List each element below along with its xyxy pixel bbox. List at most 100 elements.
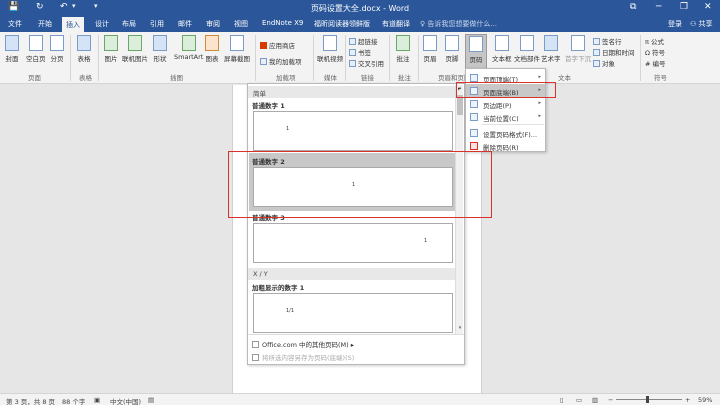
textbox-button[interactable]: 文本框 — [492, 35, 512, 63]
header-button[interactable]: 页眉 — [423, 35, 437, 63]
more-from-office-button[interactable]: Office.com 中的其他页码(M) ▸ — [252, 339, 354, 349]
scroll-thumb[interactable] — [457, 95, 463, 115]
tab-foxit[interactable]: 福昕阅读器领鲜版 — [314, 19, 370, 29]
ribbon-display-options-icon[interactable]: ⧉ — [630, 2, 636, 12]
menu-item-format-page-numbers[interactable]: 设置页码格式(F)... — [466, 126, 545, 139]
page-number-label: 页码 — [469, 56, 483, 64]
picture-icon — [104, 35, 118, 51]
restore-button[interactable]: ❐ — [680, 2, 688, 12]
zoom-slider-thumb[interactable] — [646, 396, 649, 403]
zoom-out-button[interactable]: − — [608, 396, 613, 404]
zoom-slider[interactable] — [616, 399, 682, 400]
my-addins-button[interactable]: 我的加载项 — [260, 56, 302, 66]
menu-item-top-of-page[interactable]: 页面顶端(T) ▸ — [466, 71, 545, 84]
footer-button[interactable]: 页脚 — [445, 35, 459, 63]
chevron-right-icon: ▸ — [350, 341, 355, 349]
zoom-level[interactable]: 59% — [698, 396, 712, 404]
bottom-of-page-icon — [470, 87, 478, 95]
online-video-label: 联机视频 — [317, 55, 343, 63]
comment-button[interactable]: 批注 — [396, 35, 410, 63]
header-label: 页眉 — [423, 55, 437, 63]
dropcap-button[interactable]: 首字下沉 — [565, 35, 591, 63]
language-status[interactable]: 中文(中国) — [110, 396, 141, 405]
gallery-item-plain-number-3[interactable]: 1 — [253, 223, 453, 263]
menu-item-current-position[interactable]: 当前位置(C) ▸ — [466, 110, 545, 123]
tell-me-search[interactable]: ♀ 告诉我您想要做什么... — [420, 19, 497, 29]
minimize-button[interactable]: ─ — [656, 2, 661, 12]
format-page-numbers-icon — [470, 129, 478, 137]
menu-item-remove-page-numbers[interactable]: 删除页码(R) — [466, 139, 545, 152]
datetime-button[interactable]: 日期和时间 — [593, 47, 635, 57]
cover-button[interactable]: 封面 — [5, 35, 19, 63]
web-layout-icon[interactable]: ▥ — [592, 396, 598, 404]
comment-icon — [396, 35, 410, 51]
picture-button[interactable]: 图片 — [104, 35, 118, 63]
word-count[interactable]: 88 个字 — [62, 396, 85, 405]
docparts-button[interactable]: 文档部件 — [514, 35, 540, 63]
page-number-button[interactable]: 页码 — [465, 34, 487, 70]
shapes-label: 形状 — [153, 55, 167, 63]
object-button[interactable]: 对象 — [593, 58, 615, 68]
blank-page-button[interactable]: 空白页 — [26, 35, 46, 63]
tab-review[interactable]: 审阅 — [206, 19, 220, 29]
online-video-button[interactable]: 联机视频 — [317, 35, 343, 63]
share-button[interactable]: ⚇ 共享 — [690, 19, 713, 29]
print-layout-icon[interactable]: ▭ — [576, 396, 582, 404]
tab-layout[interactable]: 布局 — [122, 19, 136, 29]
screenshot-button[interactable]: 屏幕截图 — [224, 35, 250, 63]
online-picture-button[interactable]: 联机图片 — [122, 35, 148, 63]
close-button[interactable]: ✕ — [704, 2, 712, 12]
tab-youdao[interactable]: 有道翻译 — [382, 19, 410, 29]
zoom-in-button[interactable]: + — [685, 396, 690, 404]
table-button[interactable]: 表格 — [77, 35, 91, 63]
page-number-preview: 1/1 — [286, 308, 295, 314]
store-button[interactable]: 应用商店 — [260, 40, 295, 50]
hyperlink-button[interactable]: 超链接 — [349, 36, 378, 46]
menu-item-label: 页面底端(B) — [483, 89, 519, 97]
tab-insert[interactable]: 插入 — [62, 17, 84, 32]
number-button[interactable]: # 编号 — [645, 58, 666, 68]
textbox-icon — [494, 35, 509, 51]
tab-design[interactable]: 设计 — [95, 19, 109, 29]
save-selection-button[interactable]: 将所选内容另存为页码(底端)(S) — [252, 352, 354, 362]
menu-item-bottom-of-page[interactable]: 页面底端(B) ▸ — [466, 84, 545, 97]
bookmark-button[interactable]: 书签 — [349, 47, 371, 57]
my-addins-label: 我的加载项 — [269, 58, 302, 66]
scroll-down-icon[interactable]: ▾ — [456, 325, 464, 333]
shapes-button[interactable]: 形状 — [153, 35, 167, 63]
equation-button[interactable]: π 公式 — [645, 36, 664, 46]
page-count[interactable]: 第 3 页，共 8 页 — [6, 396, 55, 405]
section-header-simple: 简单 — [248, 86, 455, 98]
page-break-button[interactable]: 分页 — [50, 35, 64, 63]
wordart-button[interactable]: 艺术字 — [541, 35, 561, 63]
menu-item-page-margins[interactable]: 页边距(P) ▸ — [466, 97, 545, 110]
chart-button[interactable]: 图表 — [205, 35, 219, 63]
group-label-symbols: 符号 — [654, 74, 667, 82]
chevron-right-icon: ▸ — [538, 87, 541, 93]
tab-home[interactable]: 开始 — [38, 19, 52, 29]
tab-file[interactable]: 文件 — [8, 19, 22, 29]
login-link[interactable]: 登录 — [668, 19, 682, 29]
gallery-item-title: 加粗显示的数字 1 — [252, 284, 305, 292]
gallery-item-plain-number-2[interactable]: 1 — [253, 167, 453, 207]
signature-line-button[interactable]: 签名行 — [593, 36, 622, 46]
comment-label: 批注 — [396, 55, 410, 63]
group-separator — [640, 35, 641, 81]
gallery-scrollbar[interactable]: ▴ ▾ — [455, 85, 463, 335]
tab-endnote[interactable]: EndNote X9 — [262, 19, 303, 27]
tab-references[interactable]: 引用 — [150, 19, 164, 29]
tab-mailings[interactable]: 邮件 — [178, 19, 192, 29]
gallery-item-plain-number-1[interactable]: 1 — [253, 111, 453, 151]
proofing-icon[interactable]: ▣ — [94, 396, 100, 404]
read-mode-icon[interactable]: ▯ — [560, 396, 564, 404]
crossref-button[interactable]: 交叉引用 — [349, 58, 384, 68]
crossref-label: 交叉引用 — [358, 60, 384, 68]
gallery-item-bold-number-1[interactable]: 1/1 — [253, 293, 453, 333]
current-position-icon — [470, 113, 478, 121]
ribbon-tabs: 文件 开始 插入 设计 布局 引用 邮件 审阅 视图 EndNote X9 福昕… — [0, 17, 720, 32]
tab-view[interactable]: 视图 — [234, 19, 248, 29]
datetime-label: 日期和时间 — [602, 49, 635, 57]
macro-icon[interactable]: ▤ — [148, 396, 154, 404]
symbol-button[interactable]: Ω 符号 — [645, 47, 665, 57]
smartart-button[interactable]: SmartArt — [174, 35, 203, 61]
